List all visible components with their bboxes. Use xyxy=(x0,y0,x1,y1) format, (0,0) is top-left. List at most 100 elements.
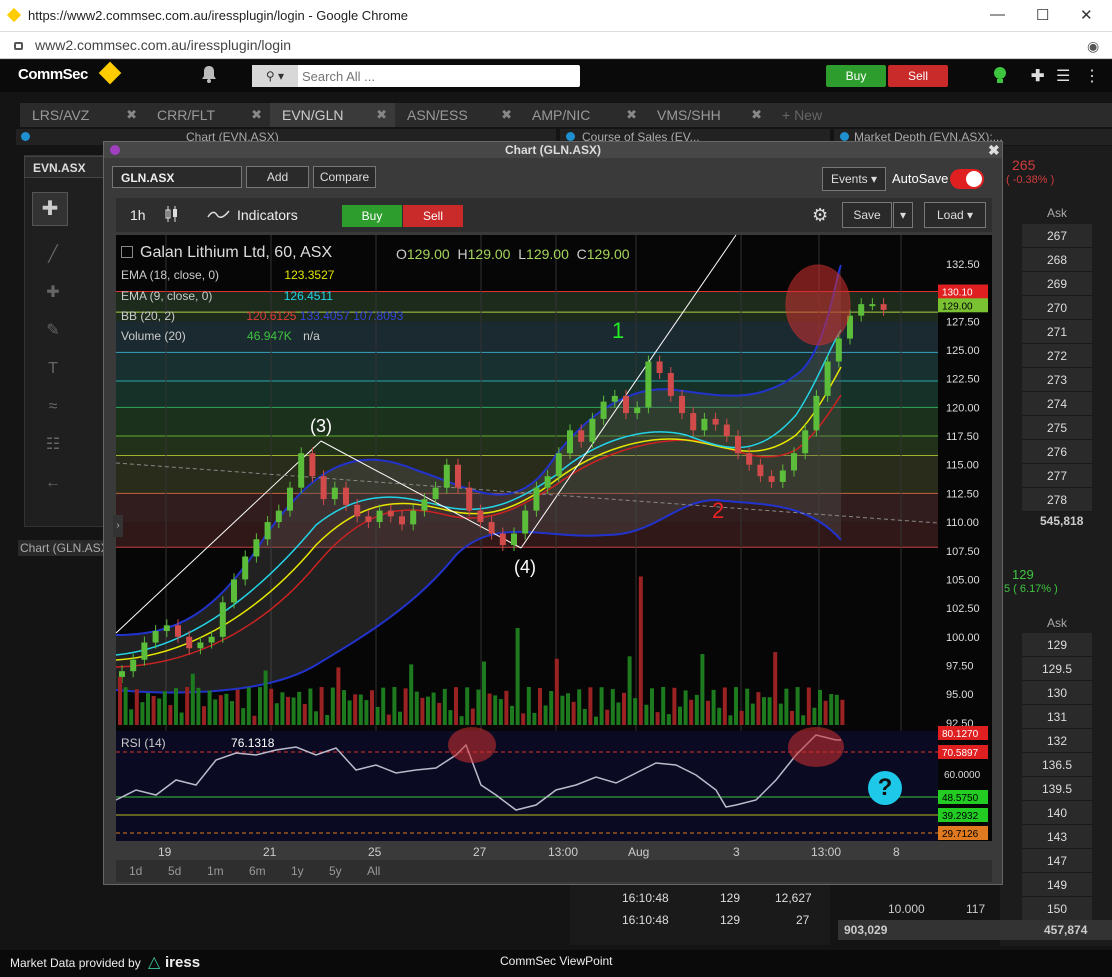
more-icon[interactable]: ⋮ xyxy=(1084,66,1100,86)
close-chart-icon[interactable]: ✖ xyxy=(988,142,1000,159)
close-tab-icon[interactable]: ✖ xyxy=(501,103,512,127)
ask-row[interactable]: 136.5 xyxy=(1022,753,1092,777)
left-bottom-tab[interactable]: Chart (GLN.ASX) xyxy=(18,540,115,556)
tab-evn-gln[interactable]: EVN/GLN ✖ xyxy=(270,103,395,127)
period-5y[interactable]: 5y xyxy=(329,864,342,878)
tab-amp-nic[interactable]: AMP/NIC ✖ xyxy=(520,103,645,127)
ask-row[interactable]: 129.5 xyxy=(1022,657,1092,681)
eye-icon[interactable]: ◉ xyxy=(1087,38,1099,55)
period-1d[interactable]: 1d xyxy=(129,864,142,878)
search-icon[interactable]: ⚲ ▾ xyxy=(252,65,298,87)
autosave-toggle[interactable] xyxy=(950,169,984,189)
candle-body xyxy=(735,436,741,454)
add-icon[interactable]: ✚ xyxy=(1031,66,1044,86)
ask-row[interactable]: 140 xyxy=(1022,801,1092,825)
ask-row[interactable]: 129 xyxy=(1022,633,1092,657)
menu-icon[interactable]: ☰ xyxy=(1056,66,1070,86)
chart-plot-area[interactable]: 132.50 127.50 125.00 122.50 120.00 117.50 115.… xyxy=(115,234,992,859)
volume-bar xyxy=(661,687,666,725)
chart-symbol-field[interactable]: GLN.ASX xyxy=(112,166,242,188)
buy-button[interactable]: Buy xyxy=(826,65,886,87)
volume-bar xyxy=(459,716,464,725)
indicators-button[interactable]: Indicators xyxy=(237,207,298,223)
tab-vms-shh[interactable]: VMS/SHH ✖ xyxy=(645,103,770,127)
period-1y[interactable]: 1y xyxy=(291,864,304,878)
period-5d[interactable]: 5d xyxy=(168,864,181,878)
ask-row[interactable]: 277 xyxy=(1022,464,1092,488)
search-box[interactable]: ⚲ ▾ xyxy=(252,65,580,87)
interval-selector[interactable]: 1h xyxy=(130,207,146,223)
chart-buy-button[interactable]: Buy xyxy=(342,205,402,227)
ask-row[interactable]: 270 xyxy=(1022,296,1092,320)
ask-row[interactable]: 150 xyxy=(1022,897,1092,921)
candle-type-icon[interactable] xyxy=(164,205,180,226)
chart-sell-button[interactable]: Sell xyxy=(403,205,463,227)
load-dropdown[interactable]: Load ▾ xyxy=(924,202,986,228)
save-dropdown-icon[interactable]: ▾ xyxy=(893,202,913,228)
minimize-icon[interactable]: — xyxy=(990,6,1005,23)
ask-row[interactable]: 268 xyxy=(1022,248,1092,272)
ask-row[interactable]: 131 xyxy=(1022,705,1092,729)
close-tab-icon[interactable]: ✖ xyxy=(751,103,762,127)
price-axis-label: 127.50 xyxy=(946,316,980,328)
volume-bar xyxy=(549,691,554,725)
ask-row[interactable]: 276 xyxy=(1022,440,1092,464)
period-1m[interactable]: 1m xyxy=(207,864,224,878)
maximize-icon[interactable]: ☐ xyxy=(1036,6,1049,24)
period-all[interactable]: All xyxy=(367,864,380,878)
tab-asn-ess[interactable]: ASN/ESS ✖ xyxy=(395,103,520,127)
add-button[interactable]: Add xyxy=(246,166,309,188)
lightbulb-icon[interactable] xyxy=(992,66,1008,89)
save-button[interactable]: Save xyxy=(842,202,892,228)
collapse-legend-icon[interactable] xyxy=(121,246,133,258)
close-tab-icon[interactable]: ✖ xyxy=(376,103,387,127)
pattern-tool-icon[interactable]: ≈ xyxy=(38,388,68,426)
volume-bar xyxy=(599,687,604,725)
ask-row[interactable]: 271 xyxy=(1022,320,1092,344)
period-6m[interactable]: 6m xyxy=(249,864,266,878)
bell-icon[interactable] xyxy=(200,64,218,87)
new-tab-button[interactable]: + New xyxy=(770,103,860,127)
compare-button[interactable]: Compare xyxy=(313,166,376,188)
ask-row[interactable]: 132 xyxy=(1022,729,1092,753)
close-tab-icon[interactable]: ✖ xyxy=(626,103,637,127)
ask-row[interactable]: 275 xyxy=(1022,416,1092,440)
line-tool-icon[interactable]: ╱ xyxy=(38,236,68,274)
back-tool-icon[interactable]: ← xyxy=(38,464,68,502)
close-tab-icon[interactable]: ✖ xyxy=(251,103,262,127)
ask-row[interactable]: 147 xyxy=(1022,849,1092,873)
text-tool-icon[interactable]: T xyxy=(38,350,68,388)
brush-tool-icon[interactable]: ✎ xyxy=(38,312,68,350)
ask-row[interactable]: 273 xyxy=(1022,368,1092,392)
tab-crr-flt[interactable]: CRR/FLT ✖ xyxy=(145,103,270,127)
ask-row[interactable]: 267 xyxy=(1022,224,1092,248)
events-dropdown[interactable]: Events ▾ xyxy=(822,167,886,191)
url-text[interactable]: www2.commsec.com.au/iressplugin/login xyxy=(35,37,291,53)
highlight-circle xyxy=(785,264,851,346)
ask-row[interactable]: 143 xyxy=(1022,825,1092,849)
close-tab-icon[interactable]: ✖ xyxy=(126,103,137,127)
ask-row[interactable]: 274 xyxy=(1022,392,1092,416)
ask-row[interactable]: 272 xyxy=(1022,344,1092,368)
indicators-icon[interactable] xyxy=(207,207,231,224)
annotation-2: 2 xyxy=(712,498,725,523)
close-window-icon[interactable]: ✕ xyxy=(1080,6,1093,24)
left-symbol-field[interactable]: EVN.ASX xyxy=(24,156,104,178)
crosshair-tool-icon[interactable]: ✚ xyxy=(32,192,68,226)
sell-button[interactable]: Sell xyxy=(888,65,948,87)
fib-tool-icon[interactable]: ✚ xyxy=(38,274,68,312)
price-axis-label: 132.50 xyxy=(946,259,980,271)
ask-row[interactable]: 269 xyxy=(1022,272,1092,296)
ask-row[interactable]: 130 xyxy=(1022,681,1092,705)
help-icon[interactable]: ? xyxy=(868,771,902,805)
ask-row[interactable]: 149 xyxy=(1022,873,1092,897)
search-input[interactable] xyxy=(302,67,572,85)
ask-row[interactable]: 139.5 xyxy=(1022,777,1092,801)
ask-row[interactable]: 278 xyxy=(1022,488,1092,512)
measure-tool-icon[interactable]: ☷ xyxy=(38,426,68,464)
expand-panel-icon[interactable]: › xyxy=(113,515,123,537)
candle-body xyxy=(690,413,697,431)
settings-gear-icon[interactable]: ⚙ xyxy=(812,205,828,226)
tab-lrs-avz[interactable]: LRS/AVZ ✖ xyxy=(20,103,145,127)
rsi-axis-label: 60.0000 xyxy=(944,770,981,781)
